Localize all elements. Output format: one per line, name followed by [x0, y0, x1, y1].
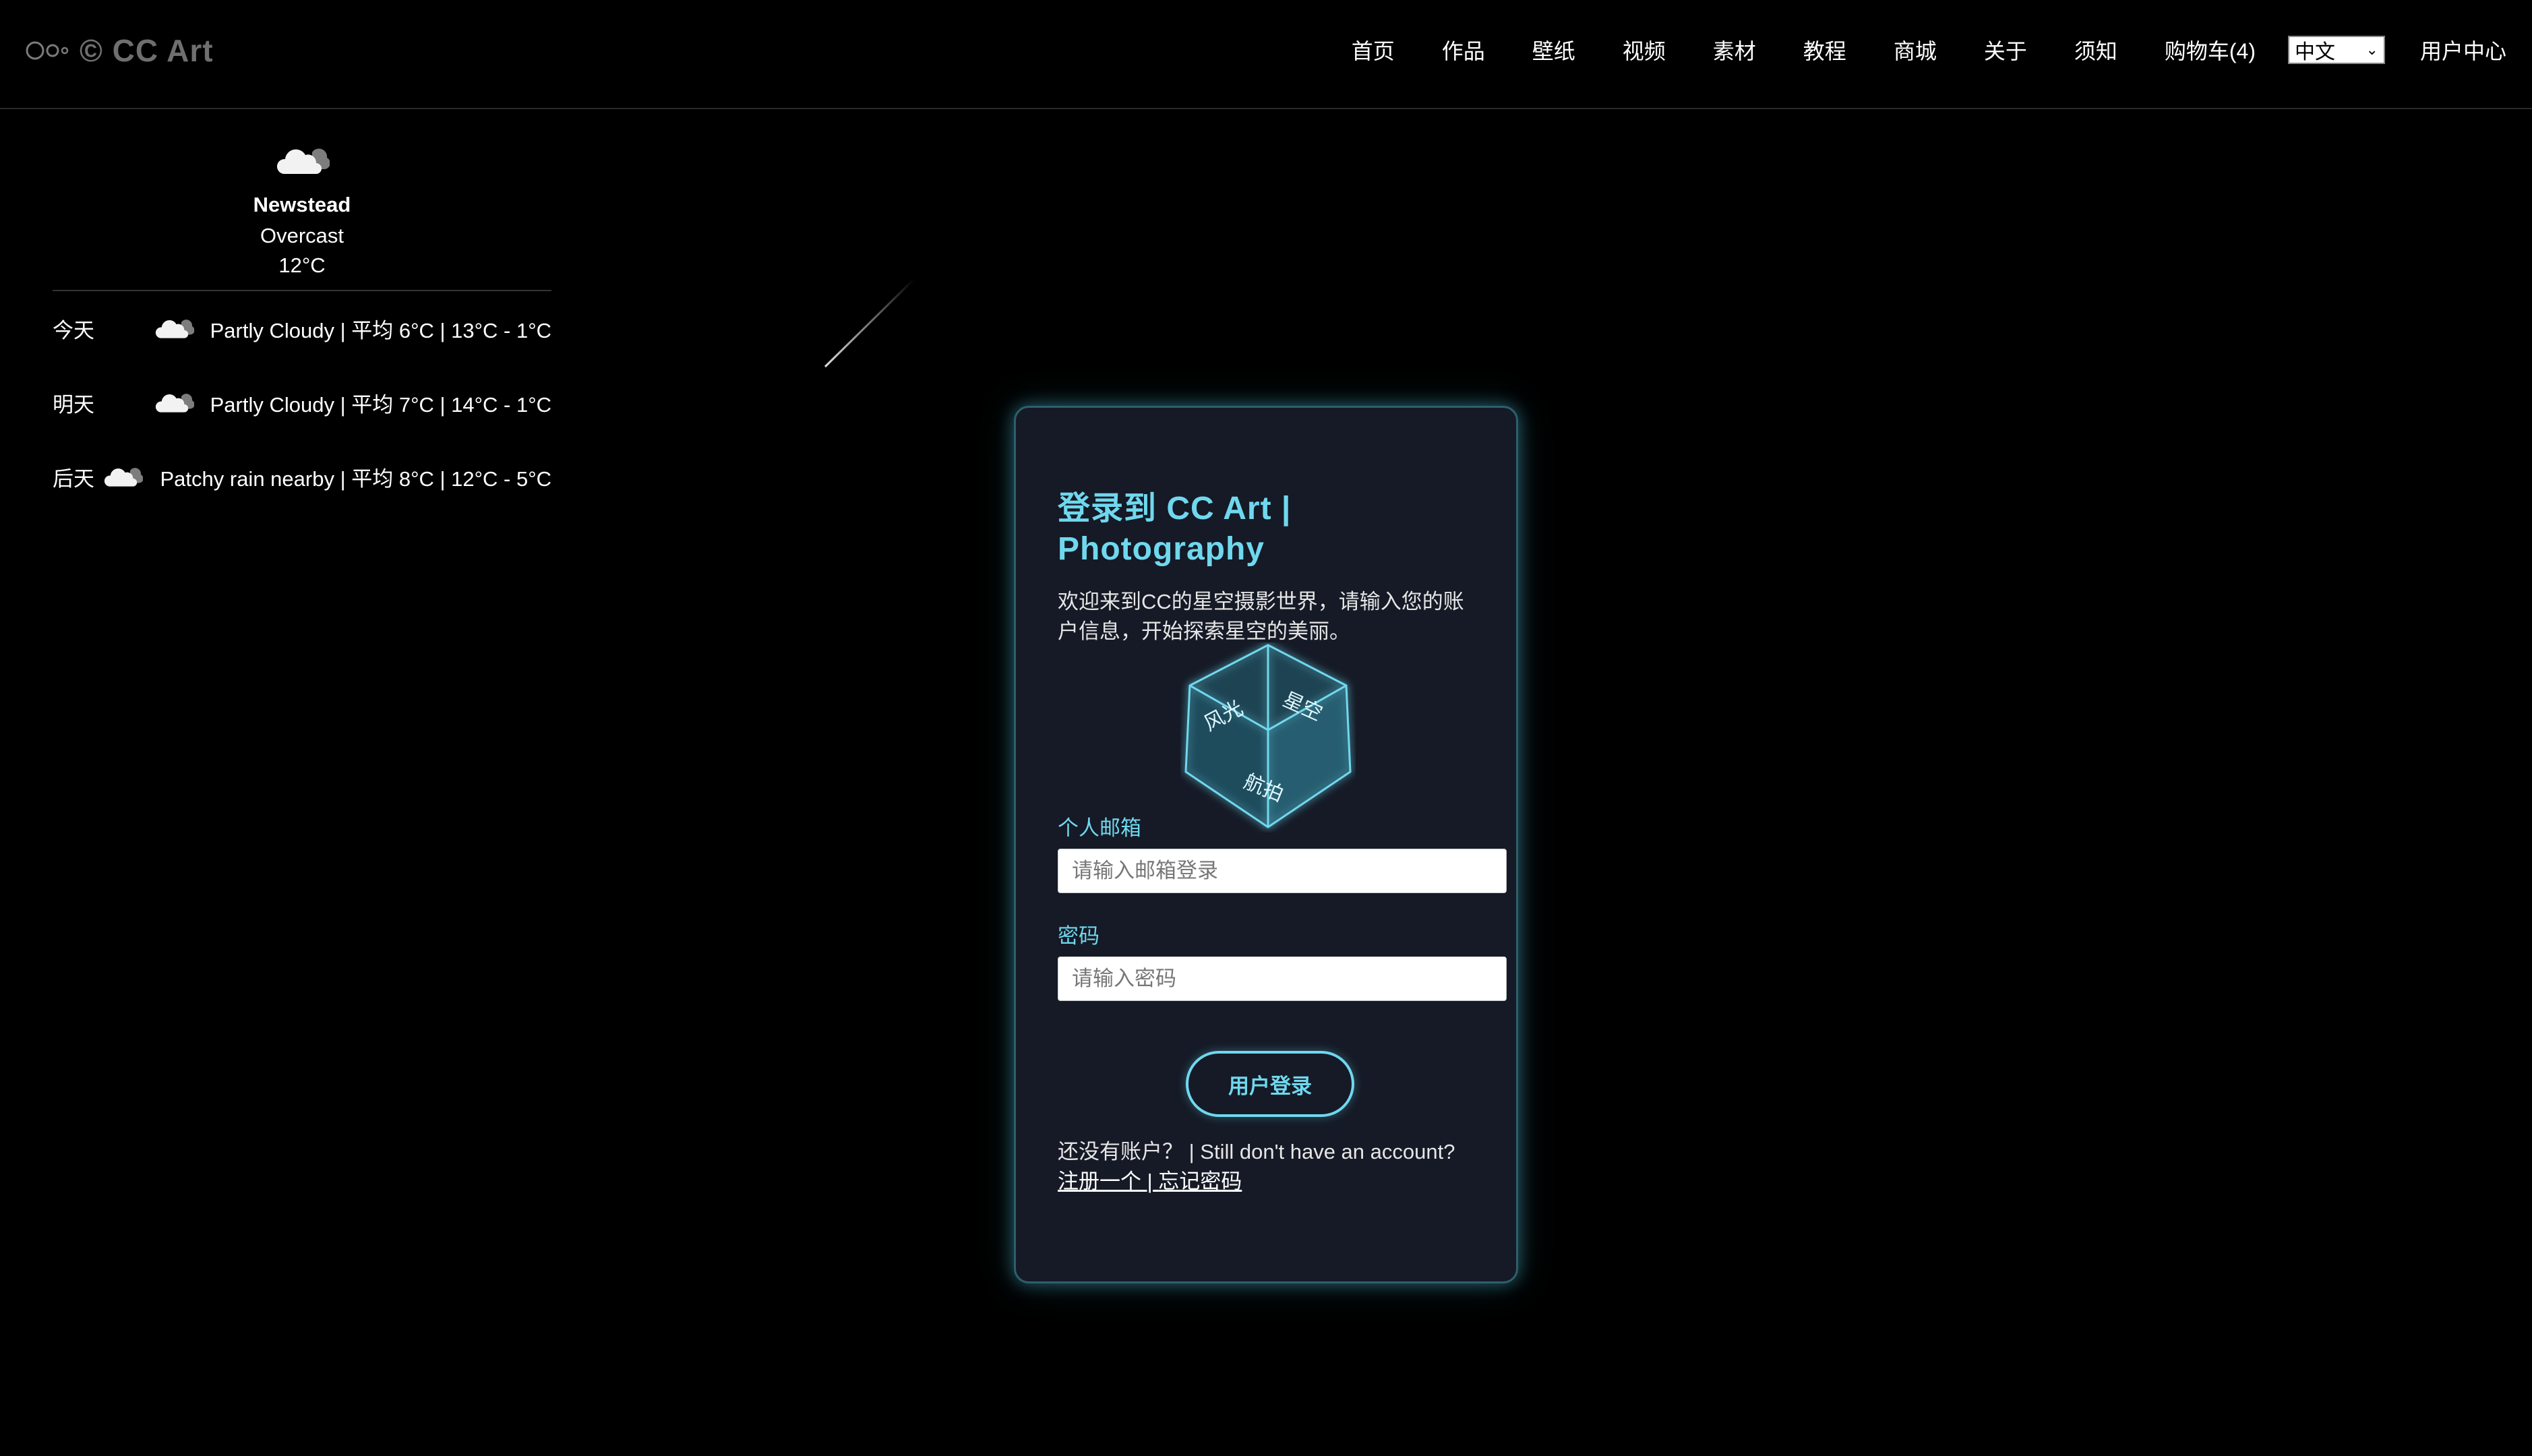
top-navbar: © CC Art 首页 作品 壁纸 视频 素材 教程 商城 关于 须知 购物车(…	[0, 0, 2532, 109]
nav-notice[interactable]: 须知	[2074, 34, 2117, 65]
nav-shop[interactable]: 商城	[1894, 34, 1937, 65]
cloud-icon	[104, 468, 143, 487]
forecast-day: 后天	[53, 466, 94, 491]
nav-works[interactable]: 作品	[1442, 34, 1485, 65]
nav-tutorials[interactable]: 教程	[1803, 34, 1846, 65]
email-label: 个人邮箱	[1058, 816, 1141, 840]
login-button[interactable]: 用户登录	[1186, 1051, 1354, 1117]
weather-temperature: 12°C	[278, 253, 326, 277]
login-description: 欢迎来到CC的星空摄影世界，请输入您的账户信息，开始探索星空的美丽。	[1058, 590, 1464, 643]
forecast-summary: Partly Cloudy | 平均 6°C | 13°C - 1°C	[210, 318, 551, 342]
nav-cart[interactable]: 购物车(4)	[2165, 34, 2256, 65]
nav-home[interactable]: 首页	[1352, 34, 1395, 65]
logo-text: © CC Art	[80, 33, 214, 68]
main-nav: 首页 作品 壁纸 视频 素材 教程 商城 关于 须知 购物车(4) 中文 ⌄ 用…	[1352, 31, 2506, 69]
nav-user-center[interactable]: 用户中心	[2420, 34, 2506, 65]
account-links: 注册一个 | 忘记密码	[1058, 1167, 1503, 1196]
nav-videos[interactable]: 视频	[1623, 34, 1666, 65]
forecast-day: 明天	[53, 392, 94, 417]
cloud-icon	[155, 394, 194, 413]
login-title: 登录到 CC Art | Photography	[1058, 491, 1292, 567]
chevron-down-icon: ⌄	[2365, 41, 2378, 58]
nav-wallpapers[interactable]: 壁纸	[1532, 34, 1575, 65]
forecast-row: 明天 Partly Cloudy | 平均 7°C | 14°C - 1°C	[53, 365, 551, 439]
forecast-summary: Partly Cloudy | 平均 7°C | 14°C - 1°C	[210, 392, 551, 417]
forecast-day: 今天	[53, 318, 94, 342]
login-card: 登录到 CC Art | Photography 欢迎来到CC的星空摄影世界，请…	[1014, 406, 1518, 1283]
nav-materials[interactable]: 素材	[1713, 34, 1756, 65]
cloud-icon	[276, 148, 330, 174]
language-select-value: 中文	[2294, 41, 2335, 63]
register-link[interactable]: 注册一个	[1058, 1170, 1141, 1193]
weather-current: Newstead Overcast 12°C	[53, 135, 551, 291]
email-field[interactable]	[1058, 849, 1507, 893]
login-footer: 还没有账户？ | Still don't have an account? 注册…	[1058, 1137, 1503, 1196]
cloud-icon	[155, 320, 194, 338]
weather-city: Newstead	[253, 193, 351, 216]
nav-about[interactable]: 关于	[1984, 34, 2027, 65]
shooting-star-decoration	[824, 278, 915, 368]
password-field[interactable]	[1058, 957, 1507, 1001]
weather-condition: Overcast	[260, 224, 344, 247]
site-logo[interactable]: © CC Art	[26, 27, 214, 74]
password-label: 密码	[1058, 924, 1099, 948]
link-separator: |	[1141, 1170, 1159, 1193]
weather-widget: Newstead Overcast 12°C 今天 Partly Cloudy …	[53, 135, 551, 514]
forecast-row: 后天 Patchy rain nearby | 平均 8°C | 12°C - …	[53, 439, 551, 514]
forecast-summary: Patchy rain nearby | 平均 8°C | 12°C - 5°C	[160, 466, 551, 491]
no-account-text: 还没有账户？ | Still don't have an account?	[1058, 1140, 1455, 1163]
logo-circles-icon	[26, 41, 69, 60]
forgot-password-link[interactable]: 忘记密码	[1158, 1170, 1242, 1193]
category-cube-icon: 风光 星空 航拍	[1184, 644, 1352, 828]
forecast-row: 今天 Partly Cloudy | 平均 6°C | 13°C - 1°C	[53, 291, 551, 365]
language-select[interactable]: 中文 ⌄	[2287, 36, 2385, 64]
